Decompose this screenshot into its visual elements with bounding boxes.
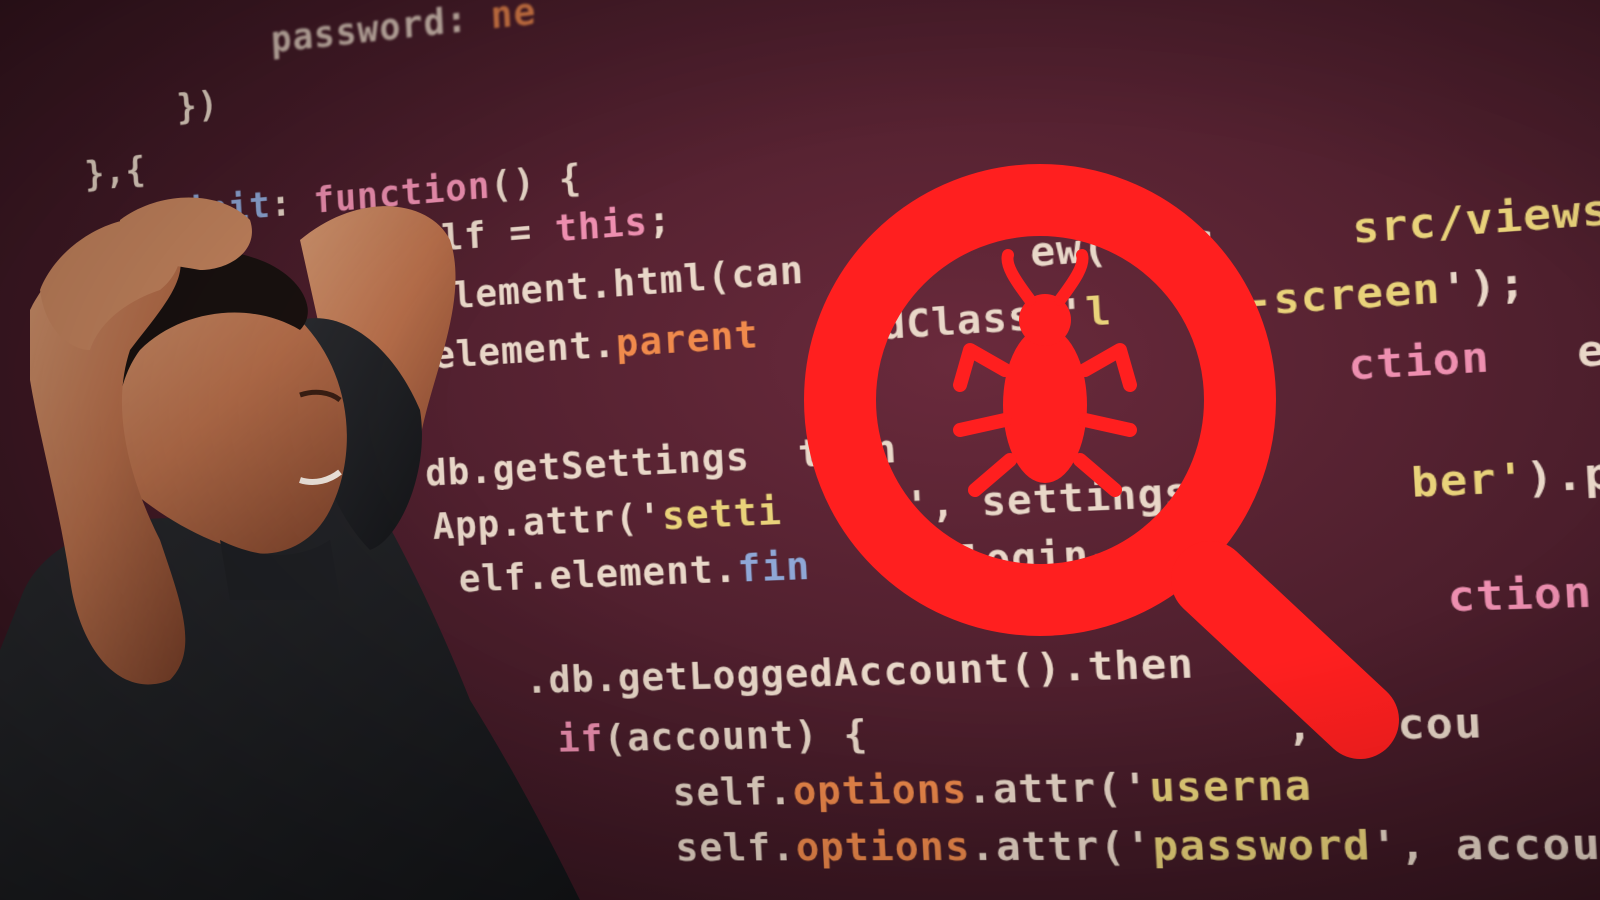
- code-token: setti: [660, 488, 784, 539]
- code-line: password: ne: [270, 0, 537, 61]
- code-token: ne: [489, 0, 538, 38]
- code-token: password: [1151, 821, 1373, 870]
- code-token: ', accou: [1369, 819, 1600, 870]
- code-token: ;: [646, 197, 673, 244]
- code-token: }): [175, 81, 220, 128]
- code-token: ');: [1439, 258, 1529, 313]
- code-line: self.options.attr('password', accou: [674, 820, 1600, 870]
- bug-icon: [953, 249, 1137, 497]
- code-line: && acco: [1246, 876, 1600, 900]
- code-token: self.: [671, 768, 794, 815]
- code-token: .attr(': [965, 763, 1151, 813]
- code-token: options: [791, 766, 969, 814]
- code-token: && acco: [1246, 876, 1600, 900]
- debugging-illustration: password: ne})},{init: function() {lf = …: [0, 0, 1600, 900]
- code-token: ber': [1409, 453, 1528, 507]
- magnifier-icon: [804, 164, 1399, 759]
- code-line: }): [176, 82, 220, 128]
- code-token: password:: [269, 0, 492, 61]
- code-token: self.: [674, 824, 797, 870]
- magnifier-handle: [1171, 541, 1399, 759]
- code-token: ).prop('c: [1524, 440, 1600, 502]
- magnifier-bug-graphic: [804, 164, 1399, 759]
- frustrated-person: [0, 197, 580, 900]
- code-token: .attr(': [968, 822, 1154, 870]
- code-token: parent: [614, 311, 760, 366]
- code-token: ettings) {: [1575, 312, 1600, 377]
- code-token: options: [794, 823, 972, 870]
